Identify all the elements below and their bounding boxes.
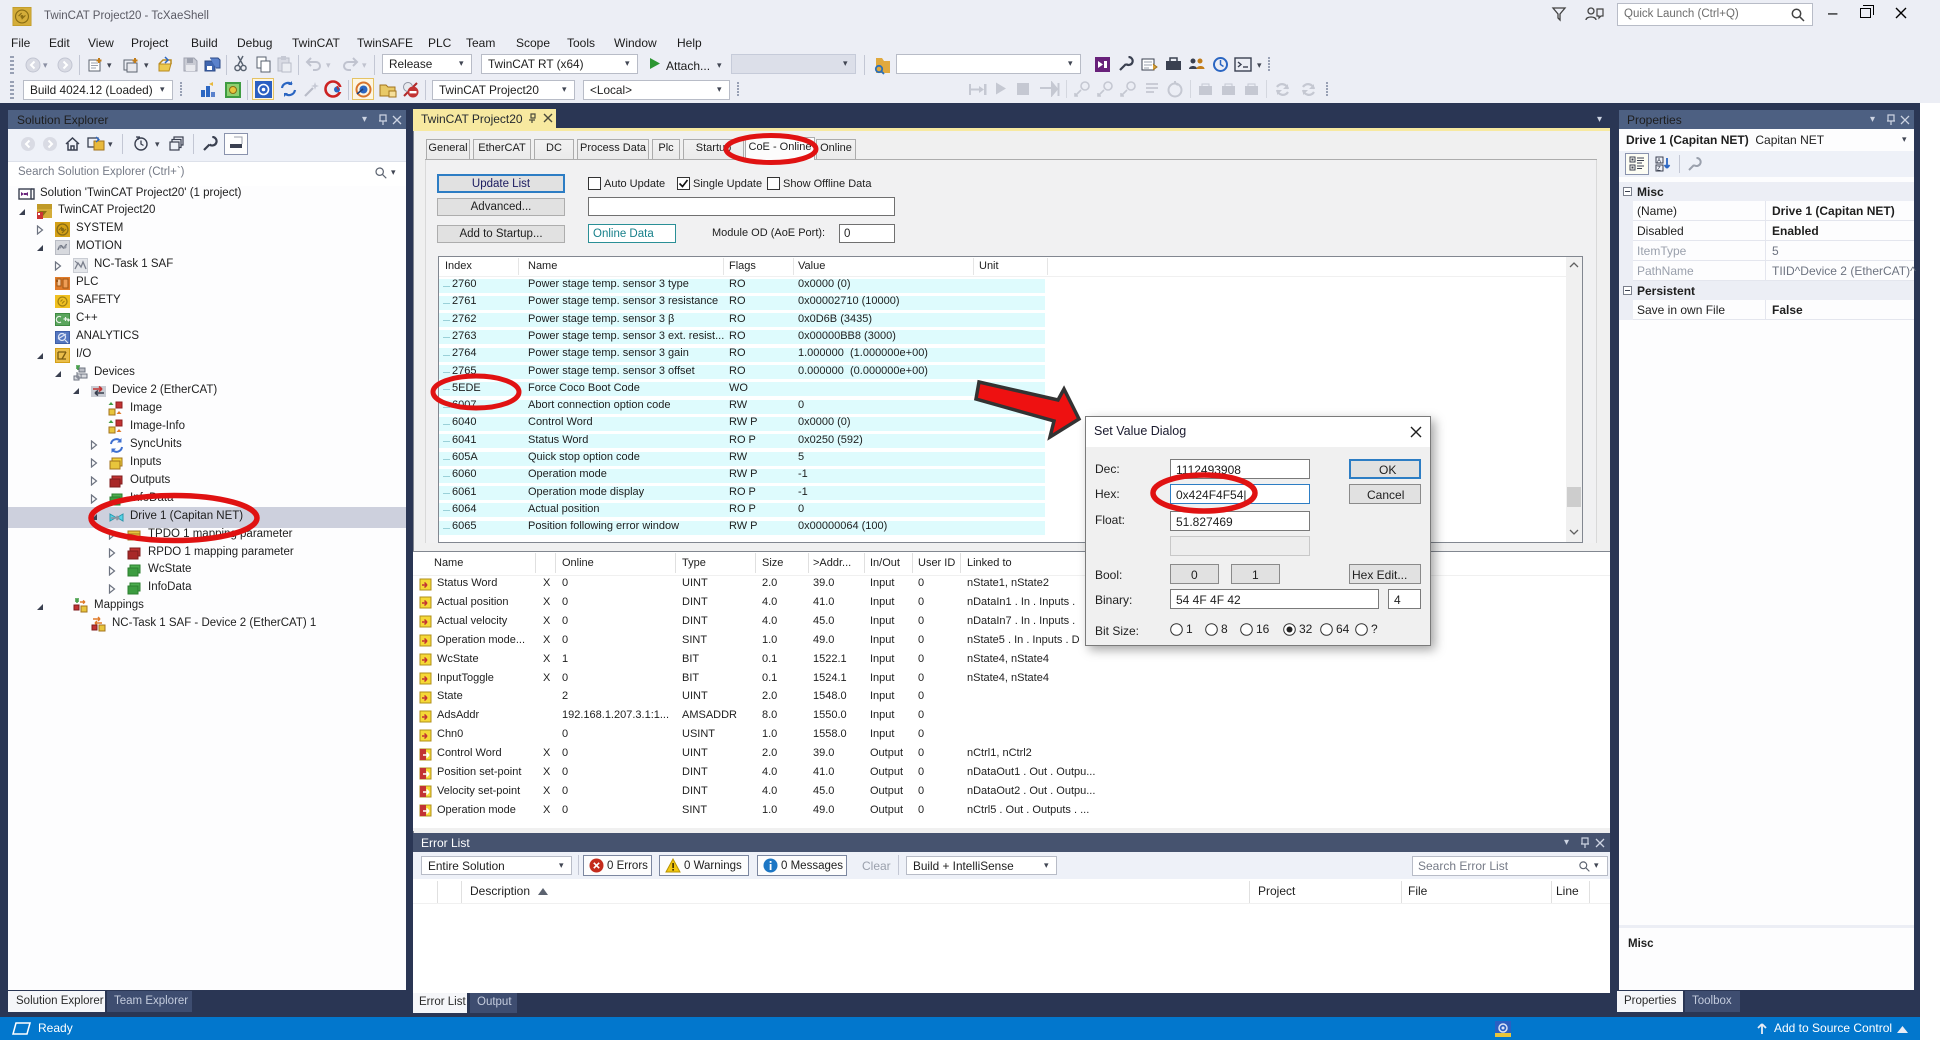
svg-text:A: A xyxy=(1657,159,1661,165)
svg-text:Z: Z xyxy=(1657,167,1661,173)
